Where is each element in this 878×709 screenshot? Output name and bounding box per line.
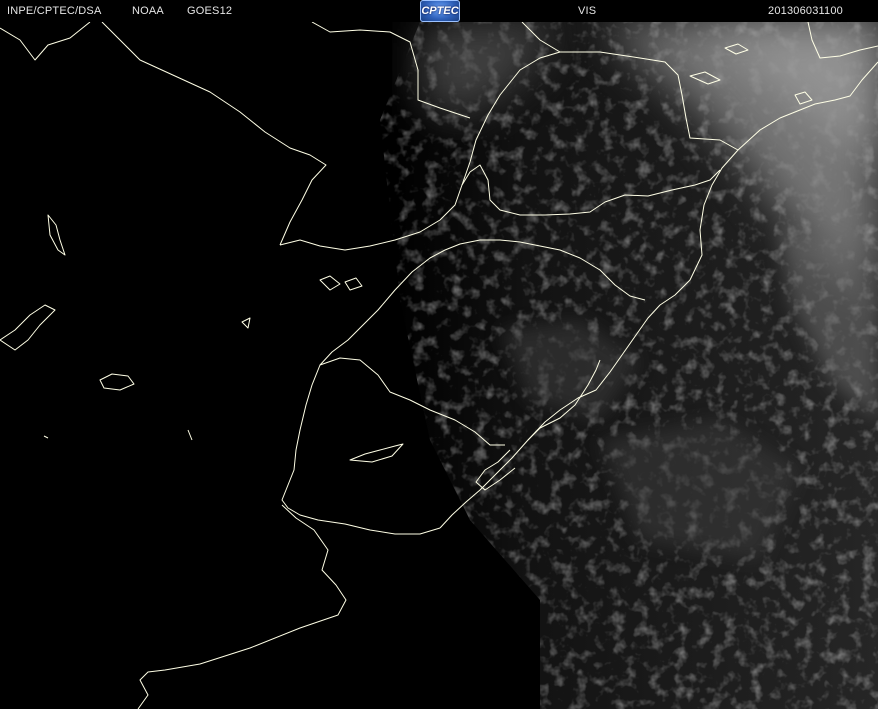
cptec-logo-text: CPTEC — [421, 5, 459, 17]
image-header: INPE/CPTEC/DSA NOAA GOES12 CPTEC VIS 201… — [0, 0, 878, 22]
satellite-label: GOES12 — [187, 5, 233, 17]
satellite-image — [0, 22, 878, 709]
agency-label: INPE/CPTEC/DSA — [7, 5, 102, 17]
timestamp-label: 201306031100 — [768, 5, 843, 17]
provider-label: NOAA — [132, 5, 164, 17]
channel-label: VIS — [578, 5, 597, 17]
cptec-logo: CPTEC — [420, 0, 460, 22]
